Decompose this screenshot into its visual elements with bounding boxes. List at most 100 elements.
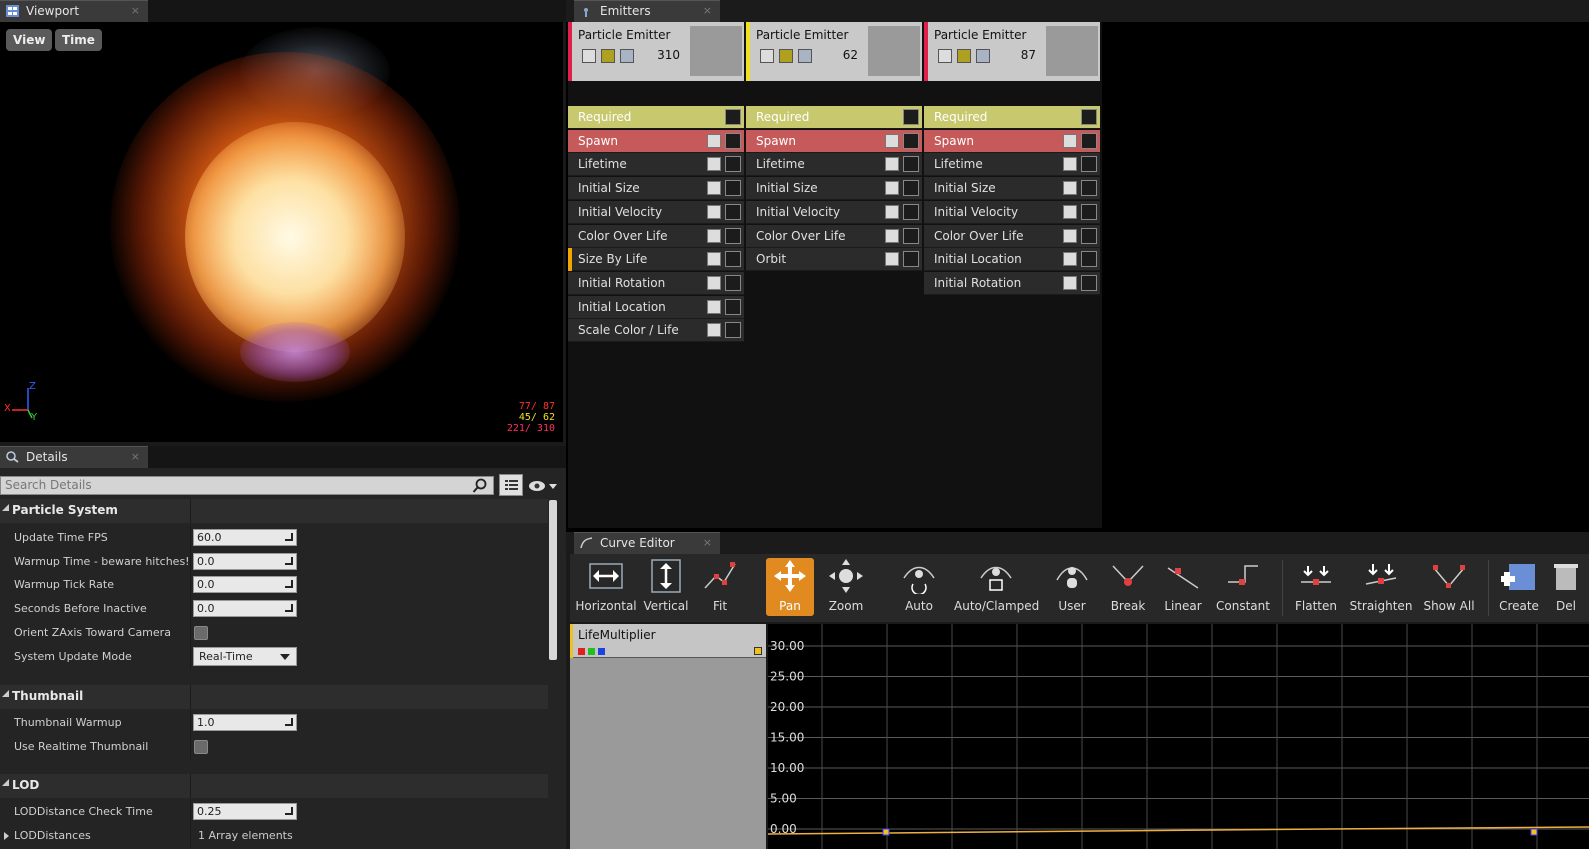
tab-curve-editor[interactable]: Curve Editor × [574, 532, 720, 554]
delete-tab-button[interactable]: Del [1546, 558, 1586, 616]
fit-button[interactable]: Fit [698, 558, 742, 616]
curve-graph[interactable]: 30.00 25.00 20.00 15.00 10.00 5.00 0.00 [768, 624, 1589, 849]
warmup-tick-rate-input[interactable]: 0.0 [193, 576, 297, 593]
zoom-button[interactable]: Zoom [822, 558, 870, 616]
module-enable-checkbox[interactable] [885, 252, 899, 267]
user-tangent-button[interactable]: User [1048, 558, 1096, 616]
module-enable-checkbox[interactable] [707, 133, 721, 148]
break-tangent-button[interactable]: Break [1104, 558, 1152, 616]
enable-checkbox[interactable] [938, 49, 952, 63]
create-tab-button[interactable]: Create [1496, 558, 1542, 616]
module-enable-checkbox[interactable] [1063, 275, 1077, 290]
red-channel-toggle[interactable] [578, 648, 585, 655]
vertical-button[interactable]: Vertical [640, 558, 692, 616]
module-row[interactable]: Spawn [568, 129, 744, 153]
curve-line[interactable] [768, 826, 1589, 835]
orient-zaxis-checkbox[interactable] [194, 626, 208, 640]
category-lod[interactable]: LOD [0, 774, 548, 798]
curve-graph-icon[interactable] [1081, 156, 1097, 173]
module-enable-checkbox[interactable] [707, 228, 721, 243]
green-channel-toggle[interactable] [588, 648, 595, 655]
render-mode-icon[interactable] [957, 49, 971, 63]
module-row[interactable]: Initial Size [924, 177, 1100, 201]
module-enable-checkbox[interactable] [707, 181, 721, 196]
module-enable-checkbox[interactable] [707, 275, 721, 290]
tab-emitters[interactable]: Emitters × [574, 0, 720, 22]
curve-graph-icon[interactable] [1081, 203, 1097, 220]
module-row[interactable]: Required [568, 106, 744, 129]
curve-graph-icon[interactable] [1081, 109, 1097, 125]
module-enable-checkbox[interactable] [885, 133, 899, 148]
module-enable-checkbox[interactable] [1063, 181, 1077, 196]
curve-graph-icon[interactable] [903, 251, 919, 268]
curve-key[interactable] [1530, 828, 1538, 836]
module-enable-checkbox[interactable] [707, 323, 721, 338]
curve-entry[interactable]: LifeMultiplier [570, 624, 766, 658]
curve-color-swatch[interactable] [754, 647, 762, 655]
curve-graph-icon[interactable] [725, 180, 741, 197]
module-row[interactable]: Spawn [924, 129, 1100, 153]
show-all-button[interactable]: Show All [1418, 558, 1480, 616]
module-row[interactable]: Initial Size [568, 177, 744, 201]
flatten-button[interactable]: Flatten [1290, 558, 1342, 616]
module-row[interactable]: Size By Life [568, 248, 744, 272]
module-row[interactable]: Required [924, 106, 1100, 129]
module-row[interactable]: Required [746, 106, 922, 129]
module-row[interactable]: Initial Location [568, 295, 744, 319]
search-input[interactable]: Search Details [0, 476, 494, 495]
solo-toggle-icon[interactable] [620, 49, 634, 63]
curve-graph-svg[interactable]: 30.0025.0020.0015.0010.005.000.00 [768, 624, 1589, 849]
horizontal-button[interactable]: Horizontal [574, 558, 638, 616]
module-enable-checkbox[interactable] [1063, 228, 1077, 243]
time-button[interactable]: Time [55, 29, 102, 51]
module-enable-checkbox[interactable] [707, 252, 721, 267]
module-row[interactable]: Initial Rotation [924, 271, 1100, 295]
expand-triangle-icon[interactable] [4, 832, 9, 840]
enable-checkbox[interactable] [582, 49, 596, 63]
module-row[interactable]: Lifetime [924, 153, 1100, 177]
curve-graph-icon[interactable] [1081, 227, 1097, 244]
module-enable-checkbox[interactable] [885, 228, 899, 243]
blue-channel-toggle[interactable] [598, 648, 605, 655]
thumbnail-warmup-input[interactable]: 1.0 [193, 714, 297, 731]
auto-clamped-button[interactable]: Auto/Clamped [954, 558, 1039, 616]
module-row[interactable]: Initial Velocity [568, 200, 744, 224]
curve-graph-icon[interactable] [903, 109, 919, 125]
module-enable-checkbox[interactable] [707, 204, 721, 219]
module-enable-checkbox[interactable] [1063, 157, 1077, 172]
emitter-header[interactable]: Particle Emitter 87 [924, 22, 1100, 81]
system-update-mode-dropdown[interactable]: Real-Time [193, 647, 297, 666]
emitter-header[interactable]: Particle Emitter 310 [568, 22, 744, 81]
curve-graph-icon[interactable] [1081, 132, 1097, 149]
eye-visibility-icon[interactable] [528, 478, 558, 494]
curve-graph-icon[interactable] [725, 251, 741, 268]
module-enable-checkbox[interactable] [1063, 252, 1077, 267]
warmup-time-input[interactable]: 0.0 [193, 553, 297, 570]
constant-button[interactable]: Constant [1214, 558, 1272, 616]
curve-graph-icon[interactable] [725, 109, 741, 125]
module-row[interactable]: Initial Location [924, 248, 1100, 272]
curve-graph-icon[interactable] [725, 203, 741, 220]
viewport-canvas[interactable]: View Time Z X Y 77/ 87 45/ 62 221/ 310 [0, 22, 563, 442]
module-row[interactable]: Initial Velocity [924, 200, 1100, 224]
update-time-fps-input[interactable]: 60.0 [193, 529, 297, 546]
curve-graph-icon[interactable] [903, 156, 919, 173]
curve-graph-icon[interactable] [725, 298, 741, 315]
category-particle-system[interactable]: Particle System [0, 499, 548, 523]
module-row[interactable]: Initial Velocity [746, 200, 922, 224]
curve-graph-icon[interactable] [903, 227, 919, 244]
module-row[interactable]: Color Over Life [568, 224, 744, 248]
module-row[interactable]: Scale Color / Life [568, 319, 744, 343]
module-row[interactable]: Color Over Life [924, 224, 1100, 248]
auto-tangent-button[interactable]: Auto [894, 558, 944, 616]
close-icon[interactable]: × [131, 1, 140, 21]
linear-button[interactable]: Linear [1158, 558, 1208, 616]
solo-toggle-icon[interactable] [976, 49, 990, 63]
close-icon[interactable]: × [703, 1, 712, 21]
view-button[interactable]: View [6, 29, 53, 51]
use-realtime-thumbnail-checkbox[interactable] [194, 740, 208, 754]
module-row[interactable]: Lifetime [746, 153, 922, 177]
lod-check-time-input[interactable]: 0.25 [193, 803, 297, 820]
enable-checkbox[interactable] [760, 49, 774, 63]
close-icon[interactable]: × [131, 447, 140, 467]
